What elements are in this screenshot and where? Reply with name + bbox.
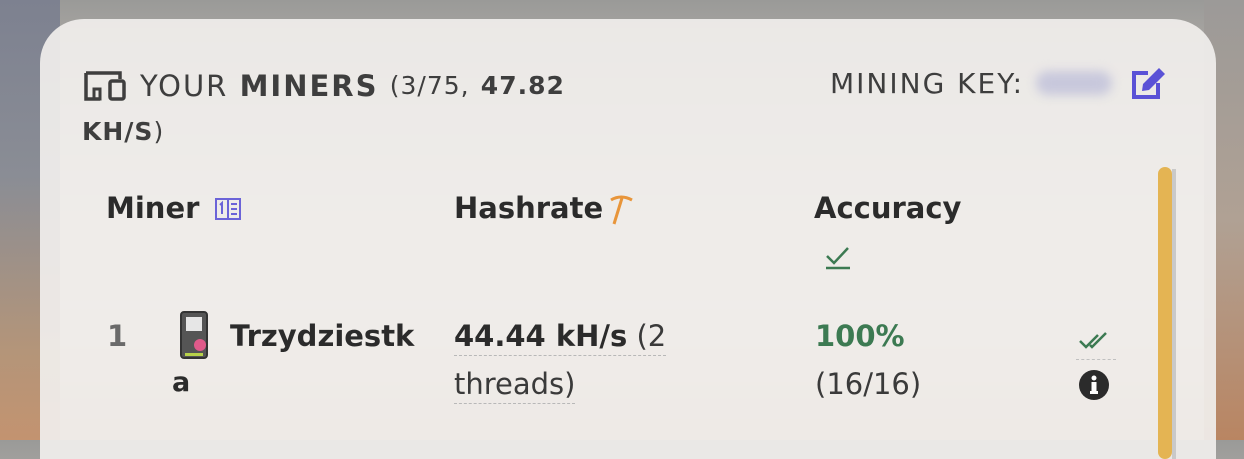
- miner-count: (3/75,: [389, 71, 470, 100]
- column-miner-label: Miner: [106, 191, 200, 225]
- row-index: 1: [107, 319, 128, 353]
- column-miner[interactable]: Miner: [106, 191, 199, 225]
- pickaxe-icon[interactable]: [608, 194, 636, 226]
- row-threads-line2: threads): [454, 367, 576, 404]
- column-hashrate[interactable]: Hashrate: [454, 191, 603, 225]
- mining-key-label: MINING KEY:: [830, 66, 1025, 100]
- column-hashrate-label: Hashrate: [454, 191, 604, 225]
- miners-card: YOUR MINERS (3/75, 47.82 KH/S) MINING KE…: [40, 19, 1216, 459]
- mining-key-value-blurred: [1036, 71, 1113, 95]
- total-hashrate-value: 47.82: [480, 71, 565, 100]
- row-hashrate-value: 44.44 kH/s: [454, 319, 628, 353]
- scrollbar-thumb[interactable]: [1158, 167, 1172, 459]
- calculator-icon[interactable]: [214, 197, 242, 221]
- check-icon[interactable]: [824, 243, 852, 271]
- miner-name[interactable]: Trzydziestk: [230, 319, 414, 353]
- row-threads-wrap: threads): [454, 367, 576, 404]
- column-accuracy-label: Accuracy: [814, 191, 962, 225]
- device-icon: [180, 311, 208, 359]
- double-check-icon[interactable]: [1076, 325, 1116, 360]
- edit-icon[interactable]: [1128, 65, 1168, 101]
- mining-key: MINING KEY:: [830, 65, 1168, 101]
- header-paren-close: ): [153, 117, 165, 146]
- devices-icon: [84, 71, 126, 101]
- miner-name-wrap: a: [172, 367, 191, 398]
- column-accuracy[interactable]: Accuracy: [814, 191, 961, 225]
- info-icon[interactable]: [1078, 369, 1110, 401]
- row-threads: (2: [636, 319, 667, 353]
- scrollbar-track[interactable]: [1172, 169, 1176, 459]
- row-hashrate: 44.44 kH/s (2: [454, 319, 667, 356]
- header-prefix: YOUR: [140, 69, 229, 103]
- miners-header: YOUR MINERS (3/75, 47.82 KH/S): [82, 69, 582, 146]
- row-accuracy: 100%: [815, 319, 905, 353]
- header-title: MINERS: [239, 69, 379, 103]
- miner-name-line1: Trzydziestk: [230, 319, 415, 353]
- row-shares: (16/16): [815, 367, 922, 401]
- total-hashrate-unit: KH/S: [82, 117, 154, 146]
